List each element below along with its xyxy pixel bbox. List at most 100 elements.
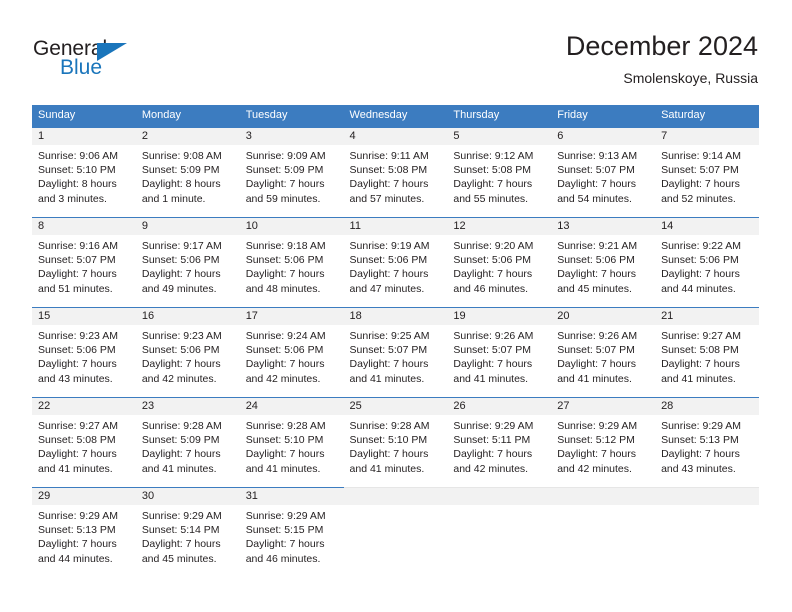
day-daylight-line2-text: and 46 minutes.: [245, 552, 321, 565]
day-sunrise-text: Sunrise: 9:25 AM: [349, 330, 430, 342]
day-sunset-text: Sunset: 5:14 PM: [141, 524, 220, 537]
day-number: 15: [32, 308, 136, 325]
calendar-page: General Blue December 2024 Smolenskoye, …: [0, 0, 792, 612]
day-number: 6: [551, 128, 656, 145]
calendar-day-cell: 19 Sunrise: 9:26 AM Sunset: 5:07 PM Dayligh…: [447, 307, 552, 395]
day-daylight-line1-text: Daylight: 7 hours: [661, 178, 740, 191]
day-cell-5[interactable]: 5 Sunrise: 9:12 AM Sunset: 5:08 PM Daylight…: [447, 127, 552, 215]
day-number: 10: [239, 218, 344, 235]
day-sun-info: Sunrise: 9:29 AM Sunset: 5:14 PM Daylight:…: [136, 505, 240, 566]
day-daylight-line1-text: Daylight: 7 hours: [661, 358, 740, 371]
day-sunrise-text: Sunrise: 9:28 AM: [245, 420, 326, 432]
day-number: 20: [551, 308, 656, 325]
calendar-day-cell: 13 Sunrise: 9:21 AM Sunset: 5:06 PM Dayligh…: [551, 217, 656, 305]
day-sunset-text: Sunset: 5:15 PM: [245, 524, 324, 537]
day-cell-30[interactable]: 30 Sunrise: 9:29 AM Sunset: 5:14 PM Dayligh…: [135, 487, 240, 575]
day-number: 26: [447, 398, 552, 415]
calendar-day-cell: 23 Sunrise: 9:28 AM Sunset: 5:09 PM Dayligh…: [135, 397, 240, 485]
day-sunrise-text: Sunrise: 9:06 AM: [38, 150, 118, 162]
day-sun-info: Sunrise: 9:28 AM Sunset: 5:10 PM Daylight:…: [344, 415, 448, 476]
day-sunrise-text: Sunrise: 9:28 AM: [141, 420, 222, 432]
day-cell-13[interactable]: 13 Sunrise: 9:21 AM Sunset: 5:06 PM Dayligh…: [551, 217, 656, 305]
day-sunset-text: Sunset: 5:10 PM: [245, 434, 324, 447]
day-cell-23[interactable]: 23 Sunrise: 9:28 AM Sunset: 5:09 PM Dayligh…: [135, 397, 240, 485]
day-cell-9[interactable]: 9 Sunrise: 9:17 AM Sunset: 5:06 PM Daylight…: [135, 217, 240, 305]
day-daylight-line2-text: and 57 minutes.: [349, 192, 425, 205]
day-sunset-text: Sunset: 5:08 PM: [38, 434, 116, 447]
day-number: [655, 488, 759, 505]
day-sun-info: Sunrise: 9:24 AM Sunset: 5:06 PM Daylight:…: [240, 325, 344, 386]
day-cell-28[interactable]: 28 Sunrise: 9:29 AM Sunset: 5:13 PM Dayligh…: [655, 397, 759, 485]
day-daylight-line1-text: Daylight: 7 hours: [245, 178, 325, 191]
day-number: 12: [447, 218, 552, 235]
calendar-day-cell: 20 Sunrise: 9:26 AM Sunset: 5:07 PM Dayligh…: [551, 307, 656, 395]
day-daylight-line2-text: and 41 minutes.: [349, 462, 425, 475]
day-cell-14[interactable]: 14 Sunrise: 9:22 AM Sunset: 5:06 PM Dayligh…: [655, 217, 759, 305]
day-cell-21[interactable]: 21 Sunrise: 9:27 AM Sunset: 5:08 PM Dayligh…: [655, 307, 759, 395]
day-number: 25: [343, 398, 448, 415]
day-cell-22[interactable]: 22 Sunrise: 9:27 AM Sunset: 5:08 PM Dayligh…: [32, 397, 136, 485]
day-sun-info: Sunrise: 9:26 AM Sunset: 5:07 PM Daylight:…: [447, 325, 551, 386]
day-daylight-line2-text: and 41 minutes.: [349, 372, 425, 385]
day-cell-15[interactable]: 15 Sunrise: 9:23 AM Sunset: 5:06 PM Dayligh…: [32, 307, 136, 395]
day-cell-19[interactable]: 19 Sunrise: 9:26 AM Sunset: 5:07 PM Dayligh…: [447, 307, 552, 395]
calendar-day-cell: 15 Sunrise: 9:23 AM Sunset: 5:06 PM Dayligh…: [32, 307, 136, 395]
day-daylight-line1-text: Daylight: 7 hours: [557, 448, 637, 461]
calendar-header-row: Sunday Monday Tuesday Wednesday Thursday…: [32, 105, 759, 127]
day-cell-31[interactable]: 31 Sunrise: 9:29 AM Sunset: 5:15 PM Dayligh…: [239, 487, 344, 575]
title-block: December 2024 Smolenskoye, Russia: [566, 30, 758, 88]
day-sun-info: Sunrise: 9:26 AM Sunset: 5:07 PM Daylight:…: [551, 325, 655, 386]
calendar-body: 1 Sunrise: 9:06 AM Sunset: 5:10 PM Daylight…: [32, 127, 759, 575]
day-cell-25[interactable]: 25 Sunrise: 9:28 AM Sunset: 5:10 PM Dayligh…: [343, 397, 448, 485]
day-sunset-text: Sunset: 5:06 PM: [453, 254, 532, 267]
page-header: General Blue December 2024 Smolenskoye, …: [0, 0, 792, 100]
general-blue-logo[interactable]: General Blue: [33, 38, 163, 84]
day-sun-info: Sunrise: 9:12 AM Sunset: 5:08 PM Daylight:…: [447, 145, 551, 206]
day-daylight-line2-text: and 48 minutes.: [245, 282, 321, 295]
day-cell-1[interactable]: 1 Sunrise: 9:06 AM Sunset: 5:10 PM Daylight…: [32, 127, 136, 215]
day-daylight-line1-text: Daylight: 7 hours: [661, 448, 740, 461]
day-sunset-text: Sunset: 5:07 PM: [661, 164, 739, 177]
day-cell-11[interactable]: 11 Sunrise: 9:19 AM Sunset: 5:06 PM Dayligh…: [343, 217, 448, 305]
day-sunrise-text: Sunrise: 9:27 AM: [661, 330, 742, 342]
day-number: 17: [239, 308, 344, 325]
day-sunrise-text: Sunrise: 9:16 AM: [38, 240, 118, 252]
day-sun-info: [551, 505, 655, 509]
day-cell-27[interactable]: 27 Sunrise: 9:29 AM Sunset: 5:12 PM Dayligh…: [551, 397, 656, 485]
day-cell-8[interactable]: 8 Sunrise: 9:16 AM Sunset: 5:07 PM Daylight…: [32, 217, 136, 305]
day-number: 30: [135, 488, 240, 505]
day-sun-info: Sunrise: 9:29 AM Sunset: 5:13 PM Daylight:…: [655, 415, 759, 476]
day-sun-info: Sunrise: 9:25 AM Sunset: 5:07 PM Daylight:…: [344, 325, 448, 386]
day-daylight-line1-text: Daylight: 7 hours: [245, 538, 325, 551]
day-sun-info: Sunrise: 9:19 AM Sunset: 5:06 PM Daylight:…: [344, 235, 448, 296]
day-sunset-text: Sunset: 5:09 PM: [141, 164, 220, 177]
day-cell-2[interactable]: 2 Sunrise: 9:08 AM Sunset: 5:09 PM Daylight…: [135, 127, 240, 215]
day-cell-12[interactable]: 12 Sunrise: 9:20 AM Sunset: 5:06 PM Dayligh…: [447, 217, 552, 305]
calendar-day-cell: [447, 487, 552, 575]
day-cell-17[interactable]: 17 Sunrise: 9:24 AM Sunset: 5:06 PM Dayligh…: [239, 307, 344, 395]
day-cell-3[interactable]: 3 Sunrise: 9:09 AM Sunset: 5:09 PM Daylight…: [239, 127, 344, 215]
day-cell-29[interactable]: 29 Sunrise: 9:29 AM Sunset: 5:13 PM Dayligh…: [32, 487, 136, 575]
day-cell-7[interactable]: 7 Sunrise: 9:14 AM Sunset: 5:07 PM Daylight…: [655, 127, 759, 215]
day-sunrise-text: Sunrise: 9:27 AM: [38, 420, 118, 432]
day-cell-16[interactable]: 16 Sunrise: 9:23 AM Sunset: 5:06 PM Dayligh…: [135, 307, 240, 395]
day-cell-18[interactable]: 18 Sunrise: 9:25 AM Sunset: 5:07 PM Dayligh…: [343, 307, 448, 395]
day-sun-info: Sunrise: 9:29 AM Sunset: 5:13 PM Daylight:…: [32, 505, 136, 566]
day-number: [343, 488, 448, 505]
day-sunset-text: Sunset: 5:08 PM: [453, 164, 532, 177]
day-cell-24[interactable]: 24 Sunrise: 9:28 AM Sunset: 5:10 PM Dayligh…: [239, 397, 344, 485]
day-number: 28: [655, 398, 759, 415]
day-cell-26[interactable]: 26 Sunrise: 9:29 AM Sunset: 5:11 PM Dayligh…: [447, 397, 552, 485]
day-sun-info: Sunrise: 9:28 AM Sunset: 5:10 PM Daylight:…: [240, 415, 344, 476]
calendar-day-cell: 3 Sunrise: 9:09 AM Sunset: 5:09 PM Daylight…: [239, 127, 344, 215]
day-daylight-line1-text: Daylight: 7 hours: [453, 448, 533, 461]
day-cell-10[interactable]: 10 Sunrise: 9:18 AM Sunset: 5:06 PM Dayligh…: [239, 217, 344, 305]
day-cell-4[interactable]: 4 Sunrise: 9:11 AM Sunset: 5:08 PM Daylight…: [343, 127, 448, 215]
day-sun-info: Sunrise: 9:22 AM Sunset: 5:06 PM Daylight:…: [655, 235, 759, 296]
day-number: 7: [655, 128, 759, 145]
day-number: 14: [655, 218, 759, 235]
day-cell-6[interactable]: 6 Sunrise: 9:13 AM Sunset: 5:07 PM Daylight…: [551, 127, 656, 215]
calendar-day-cell: 22 Sunrise: 9:27 AM Sunset: 5:08 PM Dayligh…: [32, 397, 136, 485]
day-number: 18: [343, 308, 448, 325]
day-cell-20[interactable]: 20 Sunrise: 9:26 AM Sunset: 5:07 PM Dayligh…: [551, 307, 656, 395]
